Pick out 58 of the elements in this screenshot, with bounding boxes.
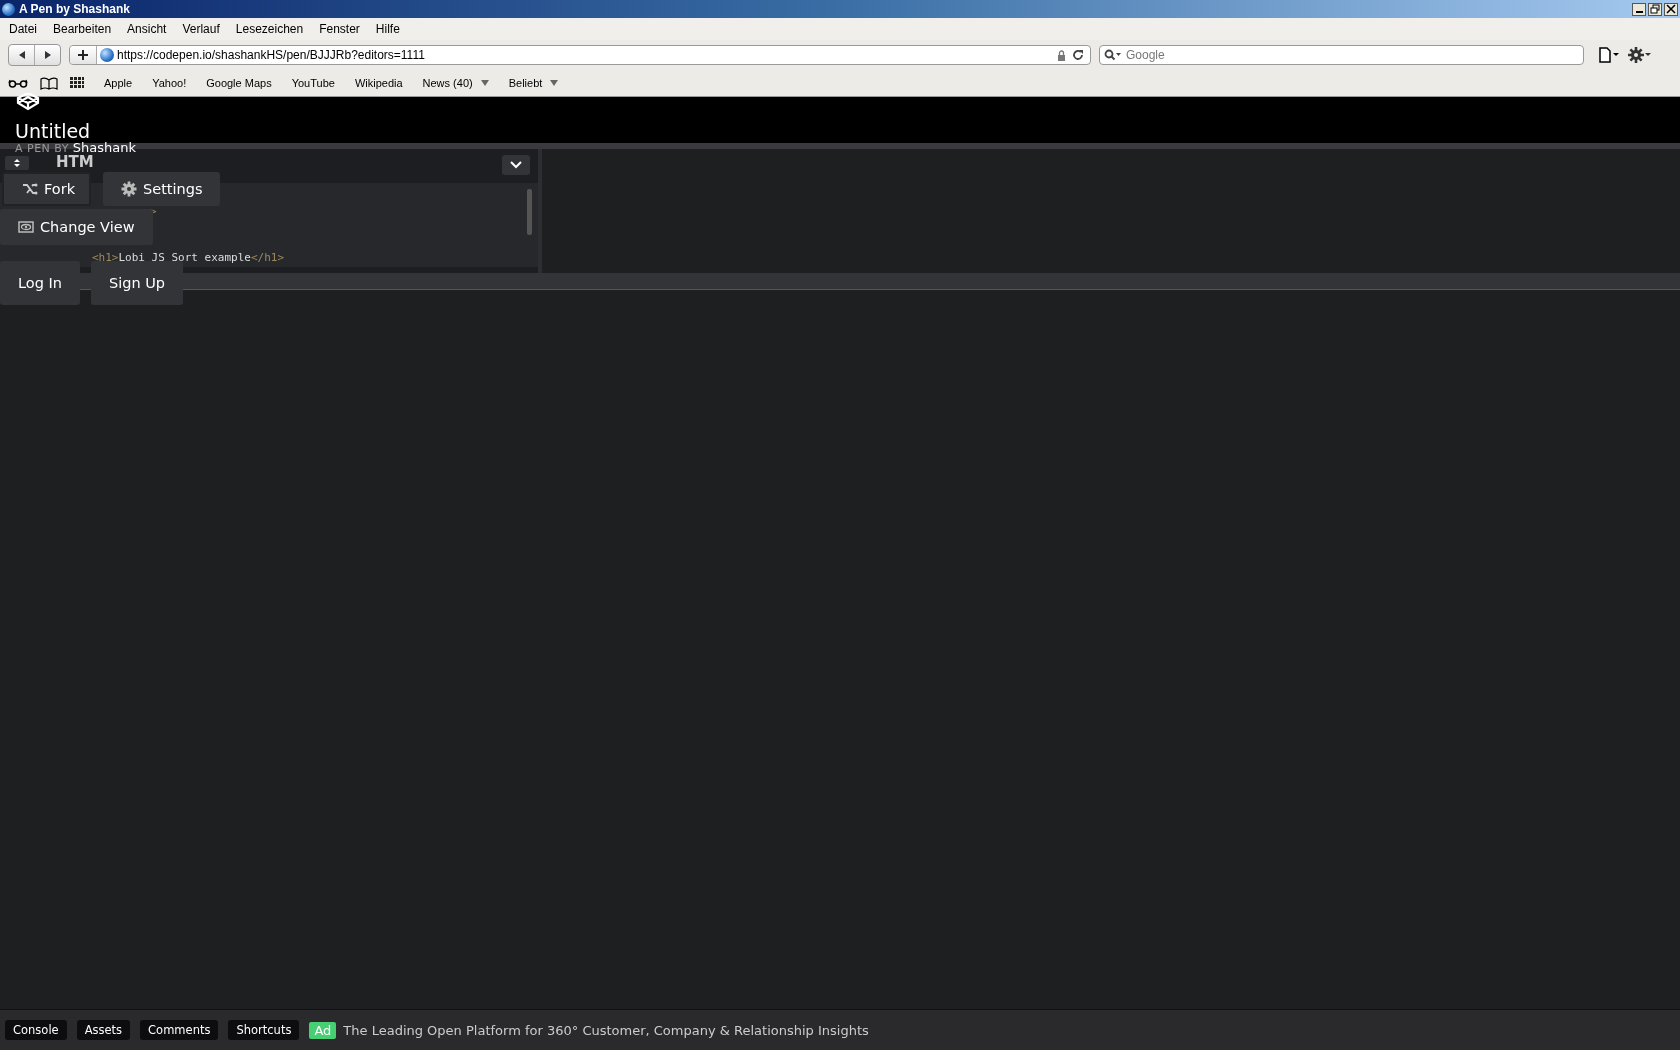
collapse-button[interactable] [502, 155, 530, 175]
bookmark-item[interactable]: Google Maps [206, 77, 272, 89]
reading-glasses-icon[interactable] [8, 78, 28, 88]
forward-arrow-icon [42, 50, 53, 60]
ad-link[interactable]: The Leading Open Platform for 360° Customer, Company & Relationship Insights [343, 1022, 869, 1038]
action-button[interactable]: Settings [103, 172, 221, 206]
scrollbar[interactable] [527, 189, 532, 235]
minimize-button[interactable] [1632, 2, 1646, 16]
globe-icon [100, 48, 114, 62]
auth-button[interactable]: Sign Up [91, 261, 184, 305]
bookmark-item[interactable]: YouTube [291, 77, 335, 89]
menu-item[interactable]: Hilfe [375, 22, 400, 36]
search-field[interactable]: Google [1099, 45, 1584, 65]
globe-icon [2, 2, 15, 16]
bookmark-item[interactable]: Wikipedia [354, 77, 403, 89]
reload-icon[interactable] [1072, 49, 1084, 61]
action-button[interactable]: Fork [2, 172, 92, 206]
editor-label: HTM [56, 155, 94, 170]
caret-icon[interactable] [480, 80, 489, 86]
eye-icon [18, 221, 34, 233]
address-bar[interactable]: https://codepen.io/shashankHS/pen/BJJJRb?editors=1111 [69, 45, 1091, 65]
footer-button[interactable]: Assets [76, 1020, 131, 1040]
menu-item[interactable]: Lesezeichen [235, 22, 304, 36]
pen-byline: A PEN BY Shashank [15, 141, 137, 155]
close-button[interactable] [1664, 2, 1678, 16]
url-text: https://codepen.io/shashankHS/pen/BJJJRb?editors=1111 [117, 48, 426, 62]
add-icon[interactable] [70, 46, 97, 64]
footer-button[interactable]: Comments [140, 1020, 219, 1040]
pen-title: Untitled [15, 120, 91, 142]
lock-icon [1057, 49, 1066, 61]
menu-item[interactable]: Verlauf [182, 22, 220, 36]
caret-icon[interactable] [550, 80, 559, 86]
bookmark-item[interactable]: News (40) [422, 77, 473, 89]
minimize-icon [1635, 11, 1643, 13]
book-icon[interactable] [40, 76, 58, 90]
menu-item[interactable]: Ansicht [127, 22, 167, 36]
restore-button[interactable] [1648, 2, 1662, 16]
menu-item[interactable]: Bearbeiten [53, 22, 112, 36]
menu-item[interactable]: Datei [9, 22, 37, 36]
chevron-down-icon [510, 161, 522, 169]
window-title: A Pen by Shashank [19, 2, 130, 16]
fork-icon [22, 182, 38, 196]
bookmark-item[interactable]: Apple [104, 77, 133, 89]
bookmark-item[interactable]: Yahoo! [152, 77, 187, 89]
auth-button[interactable]: Log In [0, 261, 80, 305]
gear-icon [121, 181, 137, 197]
close-icon [1666, 4, 1676, 14]
page-menu-icon[interactable] [1598, 47, 1620, 63]
settings-icon[interactable] [1628, 46, 1652, 64]
ad-badge: Ad [309, 1021, 337, 1039]
restore-icon [1650, 4, 1660, 14]
grid-icon[interactable] [70, 77, 84, 89]
cube-logo-icon[interactable] [15, 93, 41, 111]
collapse-icon[interactable] [5, 156, 29, 170]
footer-button[interactable]: Console [5, 1020, 67, 1040]
menu-item[interactable]: Fenster [319, 22, 360, 36]
footer-button[interactable]: Shortcuts [228, 1020, 300, 1040]
bookmark-item[interactable]: Beliebt [508, 77, 543, 89]
